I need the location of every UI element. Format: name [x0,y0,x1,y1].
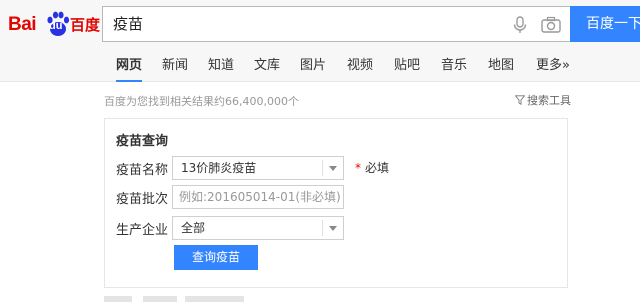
vaccine-batch-label: 疫苗批次 [116,192,169,207]
filter-icon [515,95,525,105]
select-divider [322,220,323,236]
tab-news[interactable]: 新闻 [162,54,188,82]
tab-video[interactable]: 视频 [347,54,373,82]
tab-web[interactable]: 网页 [116,54,143,82]
tab-music[interactable]: 音乐 [441,54,467,82]
dropdown-arrow-icon [329,166,337,171]
card-title: 疫苗查询 [116,134,169,149]
tab-wenku[interactable]: 文库 [254,54,280,82]
manufacturer-label: 生产企业 [116,223,169,238]
next-result-title-cropped [104,296,244,302]
tab-zhidao[interactable]: 知道 [208,54,234,82]
search-button[interactable]: 百度一下 [570,6,640,42]
vaccine-batch-input[interactable] [172,185,344,209]
logo-text-bai: Bai [8,14,37,35]
manufacturer-value: 全部 [181,221,206,235]
required-note: * 必填 [355,159,389,176]
search-tools-label: 搜索工具 [527,94,571,107]
vaccine-name-value: 13价肺炎疫苗 [181,161,257,175]
search-tools-button[interactable]: 搜索工具 [515,92,571,108]
camera-icon[interactable] [541,16,561,34]
query-vaccine-button[interactable]: 查询疫苗 [174,245,258,270]
tab-images[interactable]: 图片 [300,54,326,82]
tab-map[interactable]: 地图 [488,54,514,82]
result-count: 百度为您找到相关结果约66,400,000个 [104,95,299,108]
microphone-icon[interactable] [511,16,529,34]
tab-more[interactable]: 更多» [536,54,570,82]
search-box[interactable]: 疫苗 [102,6,570,42]
required-star: * [355,161,361,175]
top-bar: Bai du 百度 疫苗 百度一下 网页 新闻 知道 文库 图片 视频 贴吧 音… [0,0,640,82]
select-divider [322,160,323,176]
search-input[interactable]: 疫苗 [113,7,143,41]
vaccine-name-select[interactable]: 13价肺炎疫苗 [172,156,344,180]
manufacturer-select[interactable]: 全部 [172,216,344,240]
logo-text-du: du [49,20,63,32]
dropdown-arrow-icon [329,226,337,231]
vaccine-query-card: 疫苗查询 疫苗名称 13价肺炎疫苗 * 必填 疫苗批次 生产企业 全部 查询疫苗 [104,118,568,288]
baidu-logo[interactable]: Bai du 百度 [8,10,100,40]
tab-tieba[interactable]: 贴吧 [394,54,420,82]
logo-text-cn: 百度 [70,16,101,34]
required-text: 必填 [365,161,390,175]
vaccine-name-label: 疫苗名称 [116,163,169,178]
